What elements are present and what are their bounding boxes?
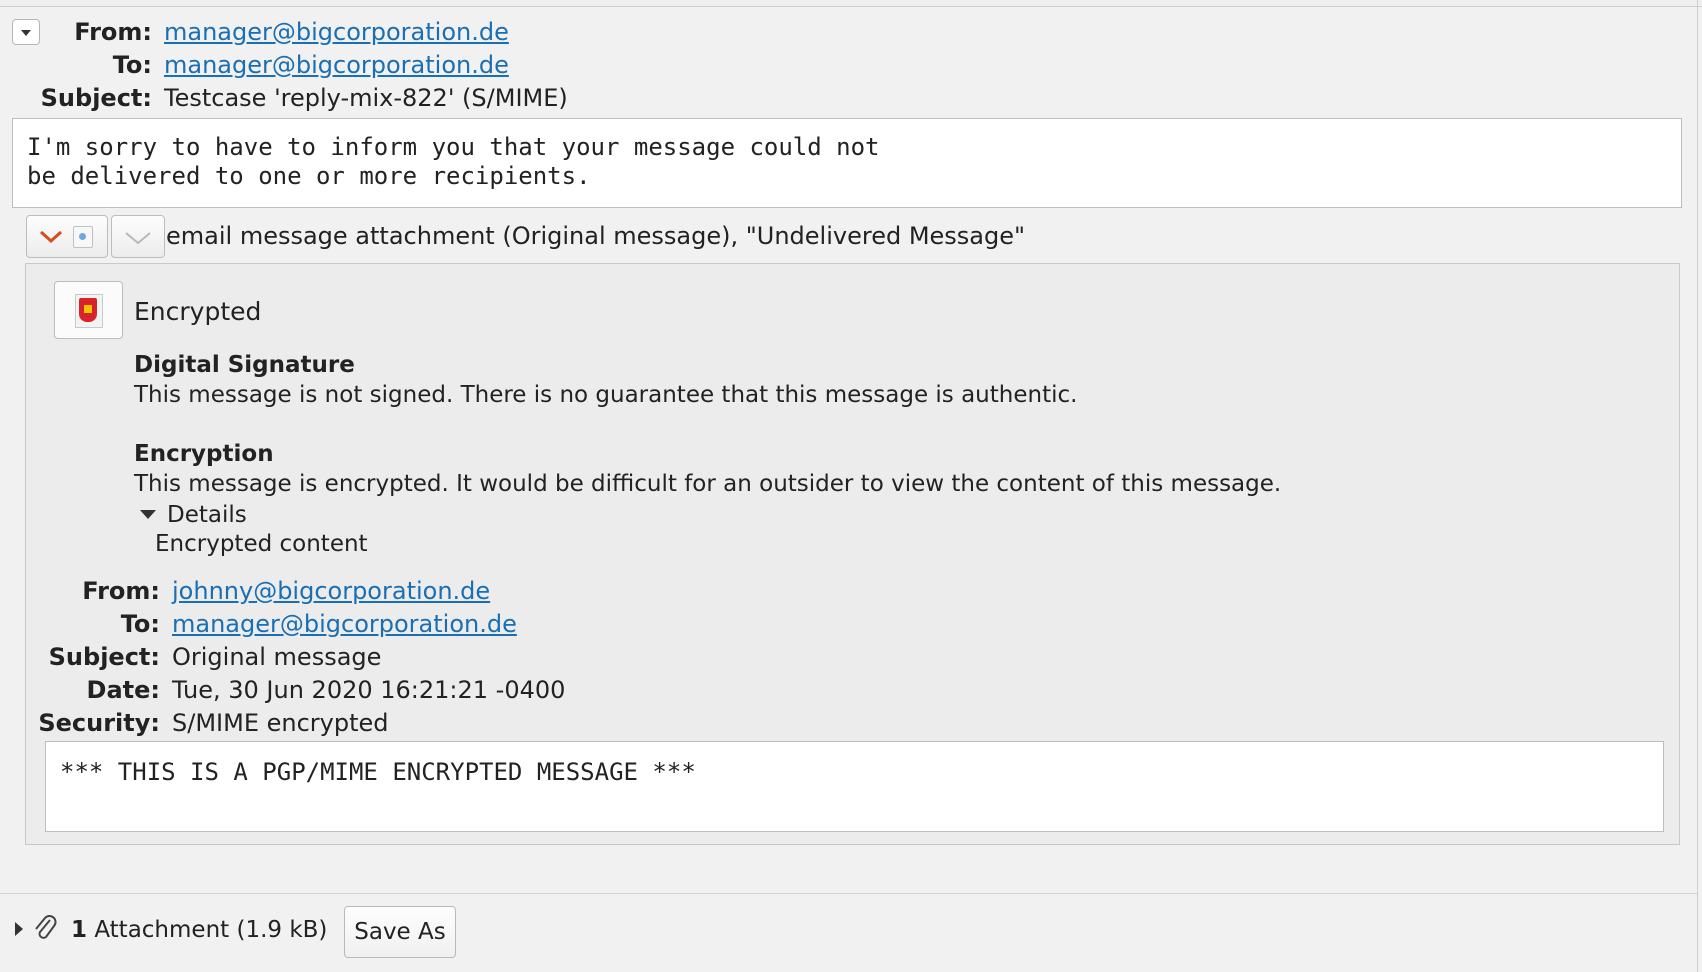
original-to-label: To: bbox=[120, 610, 160, 638]
subject-value: Testcase 'reply-mix-822' (S/MIME) bbox=[164, 84, 568, 112]
original-date-value: Tue, 30 Jun 2020 16:21:21 -0400 bbox=[172, 676, 566, 704]
signature-title: Digital Signature bbox=[134, 352, 355, 378]
save-as-button[interactable]: Save As bbox=[344, 906, 456, 958]
original-message-body[interactable]: *** THIS IS A PGP/MIME ENCRYPTED MESSAGE… bbox=[45, 741, 1664, 832]
original-to-link[interactable]: manager@bigcorporation.de bbox=[172, 610, 517, 638]
window-top-border bbox=[0, 0, 1702, 7]
original-body-text: *** THIS IS A PGP/MIME ENCRYPTED MESSAGE… bbox=[60, 758, 696, 786]
original-subject-label: Subject: bbox=[48, 643, 160, 671]
attachment-list-toggle-icon[interactable] bbox=[15, 922, 23, 936]
encryption-title: Encryption bbox=[134, 441, 274, 467]
original-security-label: Security: bbox=[38, 709, 160, 737]
attachment-title: email message attachment (Original messa… bbox=[166, 222, 1026, 250]
original-subject-value: Original message bbox=[172, 643, 382, 671]
from-link[interactable]: manager@bigcorporation.de bbox=[164, 18, 509, 46]
footer-separator bbox=[0, 893, 1697, 894]
to-label: To: bbox=[112, 51, 152, 79]
subject-label: Subject: bbox=[40, 84, 152, 112]
original-security-value: S/MIME encrypted bbox=[172, 709, 389, 737]
encryption-text: This message is encrypted. It would be d… bbox=[134, 471, 1282, 497]
security-icon-button[interactable] bbox=[54, 281, 123, 339]
chevron-down-icon bbox=[125, 232, 151, 245]
message-body[interactable]: I'm sorry to have to inform you that you… bbox=[12, 118, 1682, 208]
attachment-summary[interactable]: 1 Attachment (1.9 kB) bbox=[71, 917, 327, 943]
attachment-size: Attachment (1.9 kB) bbox=[94, 917, 328, 943]
original-from-label: From: bbox=[82, 577, 160, 605]
chevron-down-icon bbox=[39, 230, 63, 244]
attachment-toggle-button[interactable] bbox=[26, 215, 108, 258]
from-label: From: bbox=[74, 18, 152, 46]
body-line-1: I'm sorry to have to inform you that you… bbox=[27, 133, 880, 161]
attachment-count: 1 bbox=[71, 917, 88, 943]
attachment-menu-button[interactable] bbox=[111, 215, 165, 258]
paperclip-icon bbox=[35, 915, 57, 939]
body-line-2: be delivered to one or more recipients. bbox=[27, 162, 591, 190]
details-text: Encrypted content bbox=[155, 531, 368, 557]
original-date-label: Date: bbox=[86, 676, 160, 704]
details-expand-icon[interactable] bbox=[140, 510, 156, 519]
security-status: Encrypted bbox=[134, 297, 262, 326]
details-label[interactable]: Details bbox=[167, 502, 247, 528]
window-right-border bbox=[1697, 0, 1698, 972]
signature-text: This message is not signed. There is no … bbox=[134, 382, 1078, 408]
to-link[interactable]: manager@bigcorporation.de bbox=[164, 51, 509, 79]
original-from-link[interactable]: johnny@bigcorporation.de bbox=[172, 577, 490, 605]
message-icon bbox=[73, 226, 93, 248]
encrypted-seal-icon bbox=[75, 294, 103, 328]
